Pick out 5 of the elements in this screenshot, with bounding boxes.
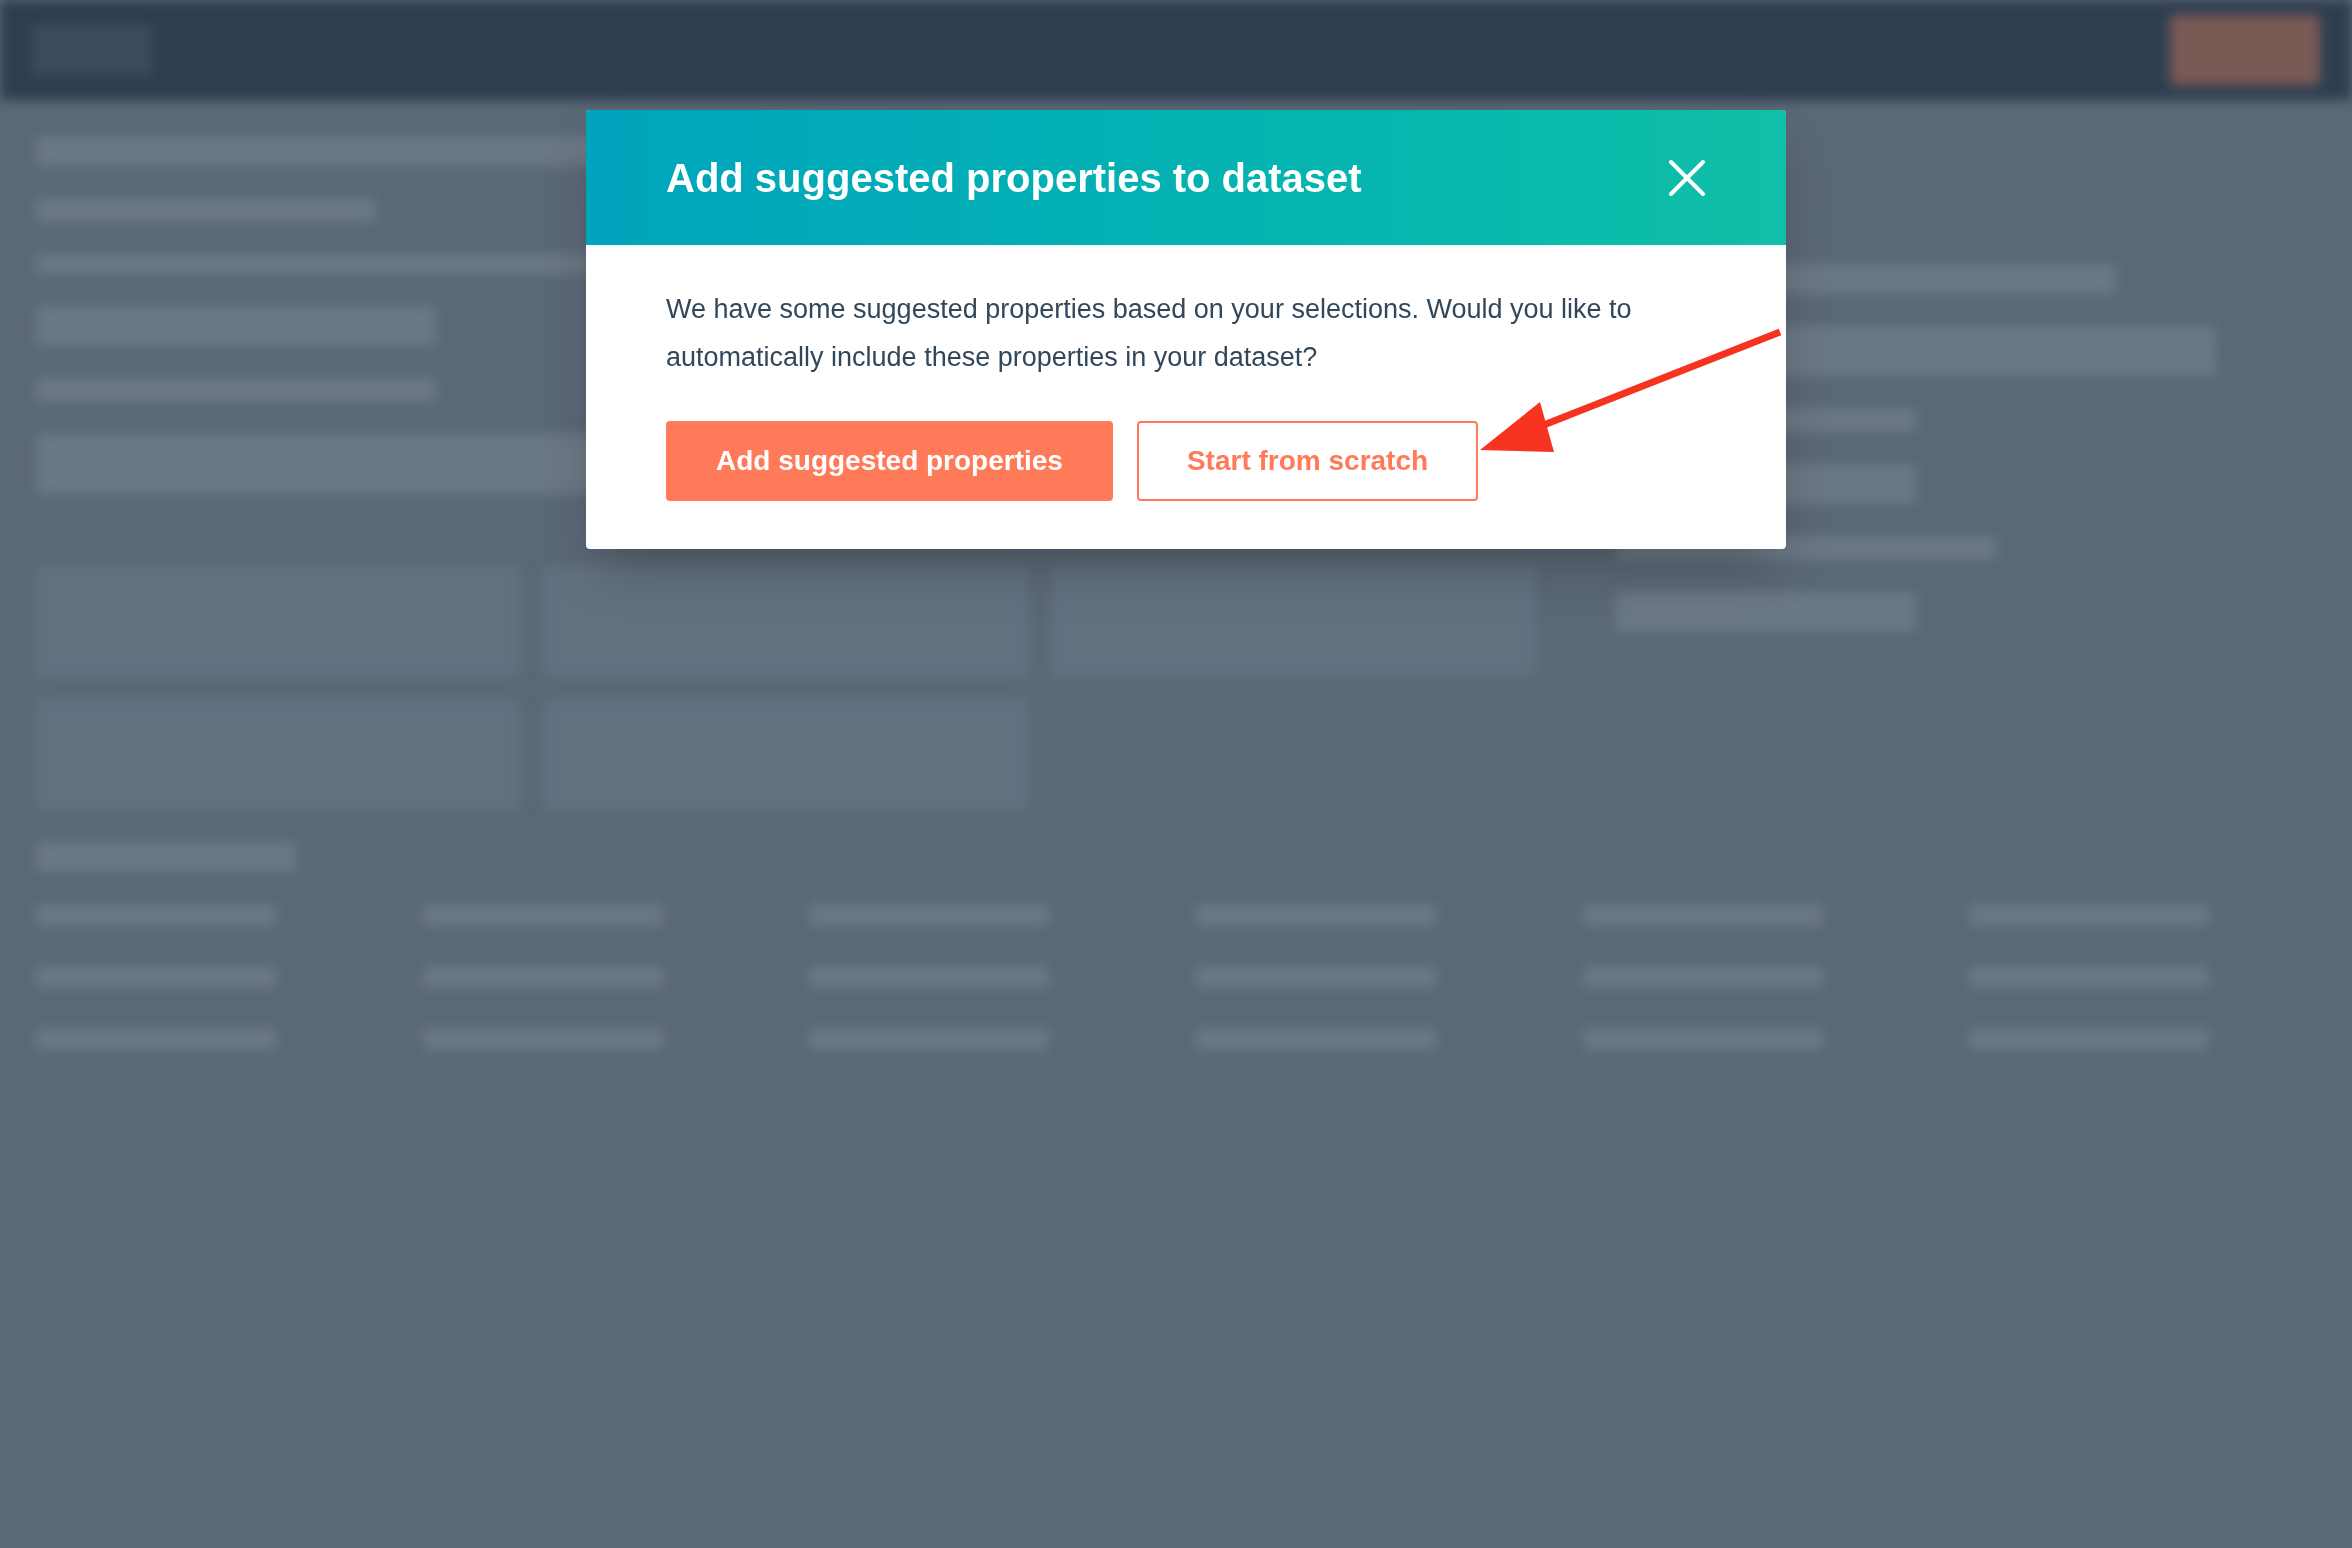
close-icon[interactable] xyxy=(1668,158,1706,197)
scratch-button[interactable]: Start from scratch xyxy=(1136,421,1479,501)
add-button[interactable]: Add suggested properties xyxy=(666,421,1113,501)
dialog-title: Add suggested properties to dataset xyxy=(666,154,1362,202)
dialog-message: We have some suggested properties based on your selections. Would you like to automatically include these properties in your dataset? xyxy=(666,293,1633,374)
